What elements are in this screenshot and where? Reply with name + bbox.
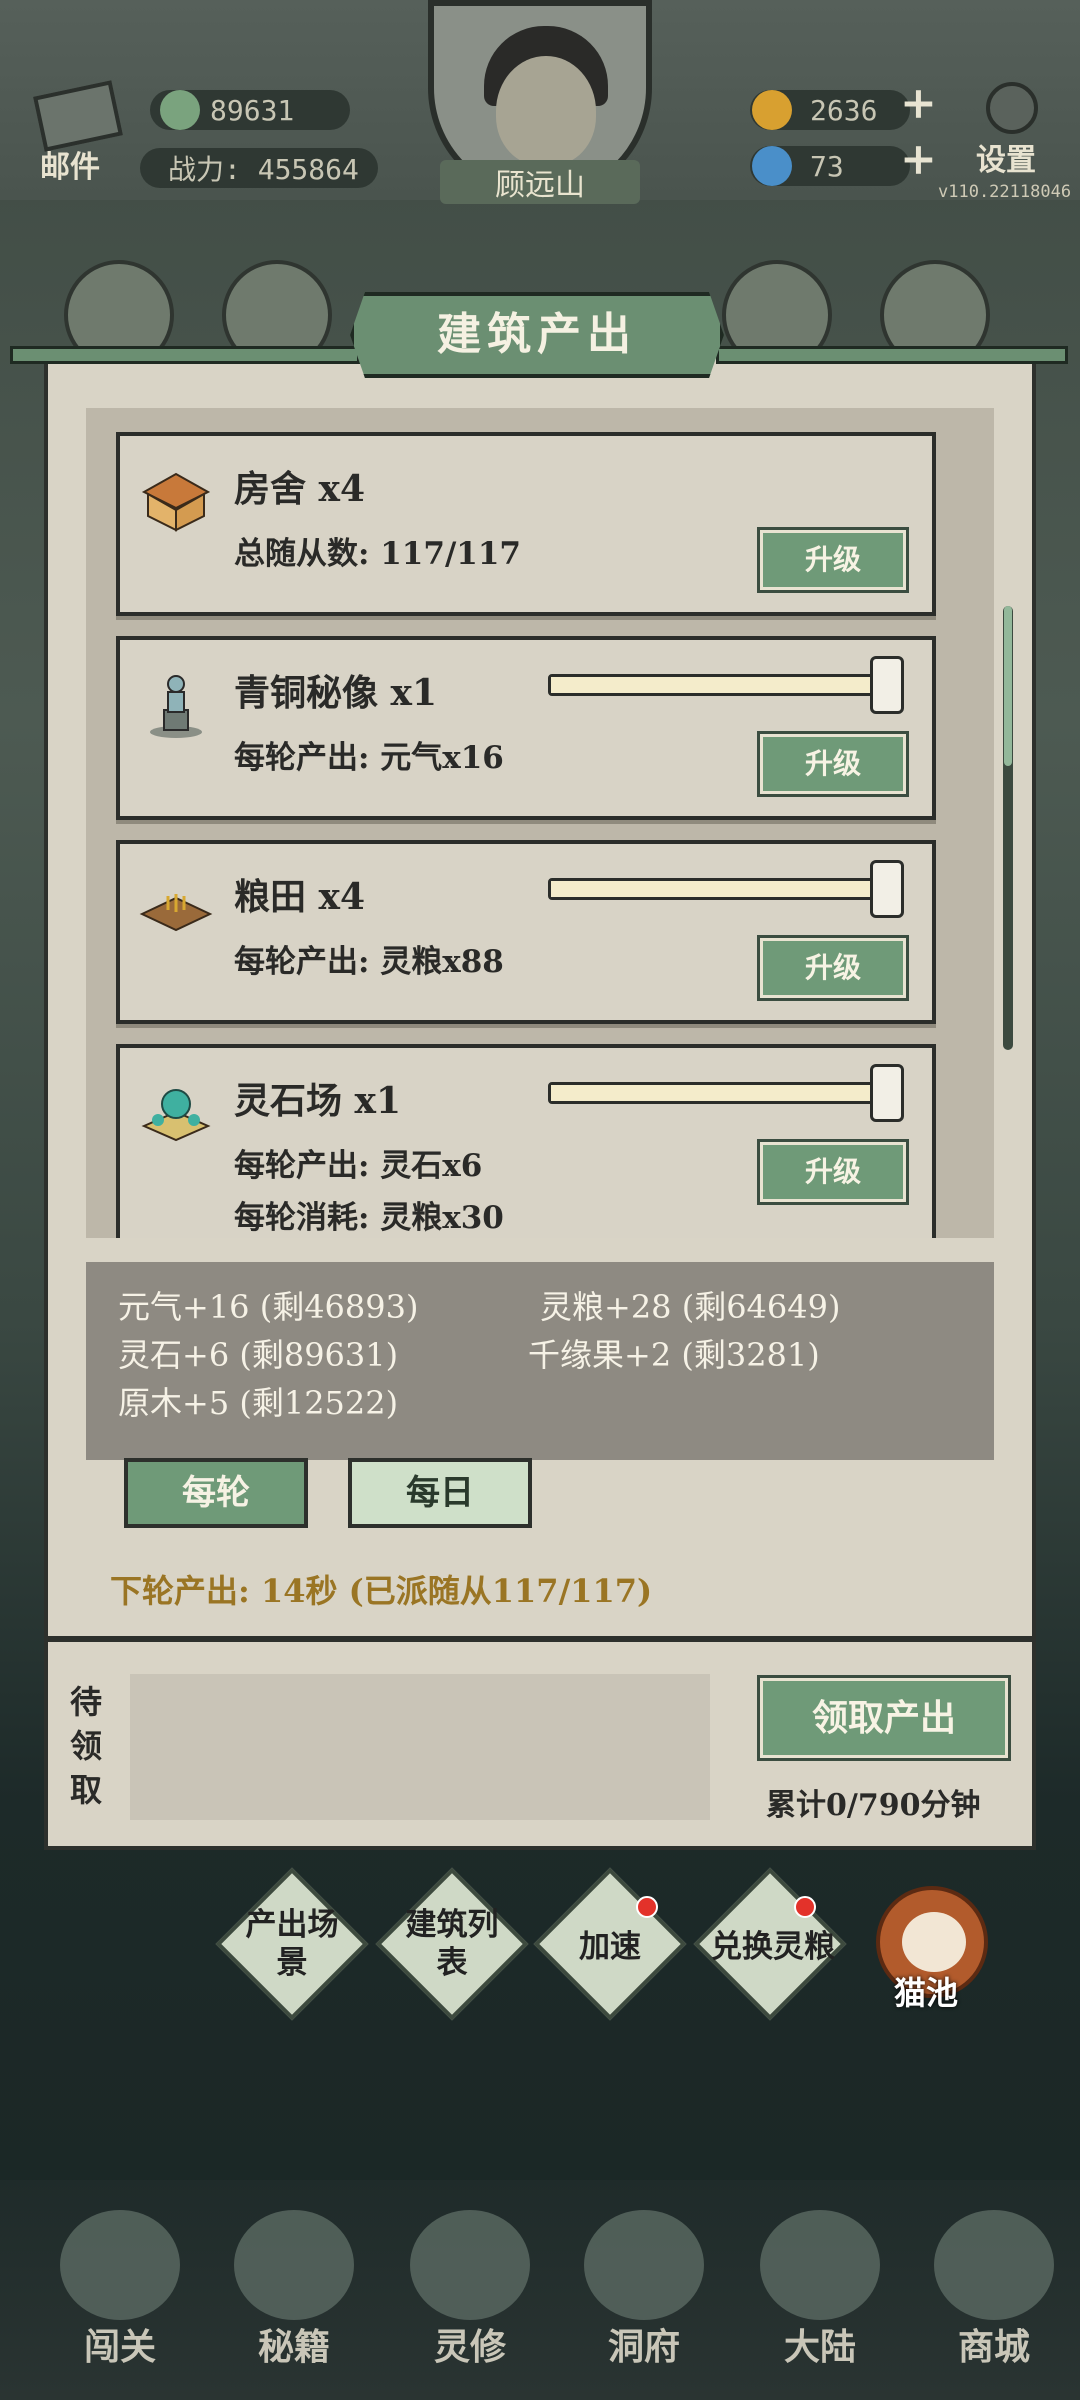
avatar-face — [496, 56, 596, 166]
list-scrollbar[interactable] — [1003, 606, 1013, 1050]
house-icon — [141, 472, 211, 532]
upgrade-button[interactable]: 升级 — [757, 935, 909, 1001]
cat-shop-icon — [934, 2210, 1054, 2320]
cat-icon — [902, 1912, 966, 1972]
upgrade-button[interactable]: 升级 — [757, 731, 909, 797]
title-rail-right — [716, 346, 1068, 364]
add-energy-icon[interactable]: + — [900, 134, 937, 185]
jade-icon — [160, 90, 200, 130]
cat-pool-label: 猫池 — [894, 1974, 959, 2012]
power-value: 战力: 455864 — [168, 153, 359, 186]
spirit-mine-icon — [141, 1089, 211, 1142]
summary-item: 元气+16 (剩46893) — [118, 1288, 419, 1326]
building-list[interactable]: 房舍 x4 总随从数: 117/117 升级 青铜秘像 x1 每轮产出: 元气x… — [86, 408, 994, 1238]
nav-continent[interactable]: 大陆 — [740, 2318, 900, 2370]
worker-slider[interactable] — [548, 656, 904, 714]
building-card-spirit-stone-mine: 灵石场 x1 每轮产出: 灵石x6 每轮消耗: 灵粮x30 升级 — [116, 1044, 936, 1238]
energy-value: 73 — [810, 149, 844, 183]
notification-dot — [794, 1896, 816, 1918]
nav-battle[interactable]: 闯关 — [40, 2318, 200, 2370]
building-card-bronze-statue: 青铜秘像 x1 每轮产出: 元气x16 升级 — [116, 636, 936, 820]
summary-item: 千缘果+2 (剩3281) — [528, 1336, 820, 1374]
nav-cultivation[interactable]: 灵修 — [390, 2318, 550, 2370]
envelope-icon — [33, 80, 123, 152]
building-stat: 每轮产出: 灵石x6 — [234, 1148, 483, 1184]
upgrade-button[interactable]: 升级 — [757, 527, 909, 593]
claim-output-button[interactable]: 领取产出 — [757, 1675, 1011, 1761]
title-rail-left — [10, 346, 360, 364]
building-consumption: 每轮消耗: 灵粮x30 — [234, 1200, 504, 1236]
version-text: v110.22118046 — [938, 182, 1072, 202]
settings-label[interactable]: 设置 — [976, 135, 1036, 179]
add-gold-icon[interactable]: + — [900, 78, 937, 129]
exchange-grain-label: 兑换灵粮 — [711, 1929, 835, 1965]
slider-fill — [551, 677, 873, 693]
slider-knob[interactable] — [870, 860, 904, 918]
slider-fill — [551, 1085, 873, 1101]
building-name: 灵石场 x1 — [234, 1080, 402, 1122]
worker-slider[interactable] — [548, 860, 904, 918]
lightning-icon — [752, 146, 792, 186]
building-list-label: 建筑列表 — [405, 1907, 499, 1981]
speed-up-label: 加速 — [579, 1929, 641, 1965]
cave-icon — [584, 2210, 704, 2320]
building-stat: 每轮产出: 灵粮x88 — [234, 944, 504, 980]
building-card-grain-field: 粮田 x4 每轮产出: 灵粮x88 升级 — [116, 840, 936, 1024]
next-output-timer: 下轮产出: 14秒 (已派随从117/117) — [110, 1572, 653, 1610]
building-stat: 每轮产出: 元气x16 — [234, 740, 504, 776]
sword-icon — [60, 2210, 180, 2320]
accumulated-time: 累计0/790分钟 — [766, 1788, 981, 1823]
player-name: 顾远山 — [440, 160, 640, 204]
slider-fill — [551, 881, 873, 897]
pending-label: 待领取 — [70, 1683, 103, 1809]
gear-icon[interactable] — [986, 82, 1038, 134]
upgrade-button[interactable]: 升级 — [757, 1139, 909, 1205]
statue-icon — [150, 675, 202, 738]
summary-item: 灵石+6 (剩89631) — [118, 1336, 399, 1374]
nav-secrets[interactable]: 秘籍 — [214, 2318, 374, 2370]
nav-cave[interactable]: 洞府 — [564, 2318, 724, 2370]
summary-item: 灵粮+28 (剩64649) — [540, 1288, 841, 1326]
scrollbar-thumb[interactable] — [1004, 606, 1012, 766]
building-stat: 总随从数: 117/117 — [234, 536, 521, 572]
meditation-icon — [410, 2210, 530, 2320]
worker-slider[interactable] — [548, 1064, 904, 1122]
pending-items-box — [130, 1674, 710, 1820]
output-summary: 元气+16 (剩46893) 灵粮+28 (剩64649) 灵石+6 (剩896… — [86, 1262, 994, 1460]
scroll-icon — [234, 2210, 354, 2320]
notification-dot — [636, 1896, 658, 1918]
building-card-house: 房舍 x4 总随从数: 117/117 升级 — [116, 432, 936, 616]
gold-value: 2636 — [810, 93, 878, 127]
building-name: 房舍 x4 — [234, 468, 366, 510]
tab-per-day[interactable]: 每日 — [348, 1458, 532, 1528]
coin-icon — [752, 90, 792, 130]
mountain-icon — [760, 2210, 880, 2320]
summary-item: 原木+5 (剩12522) — [118, 1384, 399, 1422]
field-icon — [139, 894, 213, 932]
building-name: 青铜秘像 x1 — [234, 672, 438, 714]
scene-button-label: 产出场景 — [245, 1907, 339, 1981]
power-display: 战力: 455864 — [140, 148, 378, 188]
slider-knob[interactable] — [870, 656, 904, 714]
mail-label: 邮件 — [40, 150, 100, 185]
building-name: 粮田 x4 — [234, 876, 366, 918]
tab-per-round[interactable]: 每轮 — [124, 1458, 308, 1528]
slider-knob[interactable] — [870, 1064, 904, 1122]
mail-button[interactable]: 邮件 — [28, 80, 138, 185]
panel-title: 建筑产出 — [350, 292, 724, 378]
spirit-stone-value: 89631 — [210, 93, 295, 127]
nav-shop[interactable]: 商城 — [914, 2318, 1074, 2370]
pending-section: 待领取 领取产出 累计0/790分钟 — [44, 1638, 1036, 1850]
